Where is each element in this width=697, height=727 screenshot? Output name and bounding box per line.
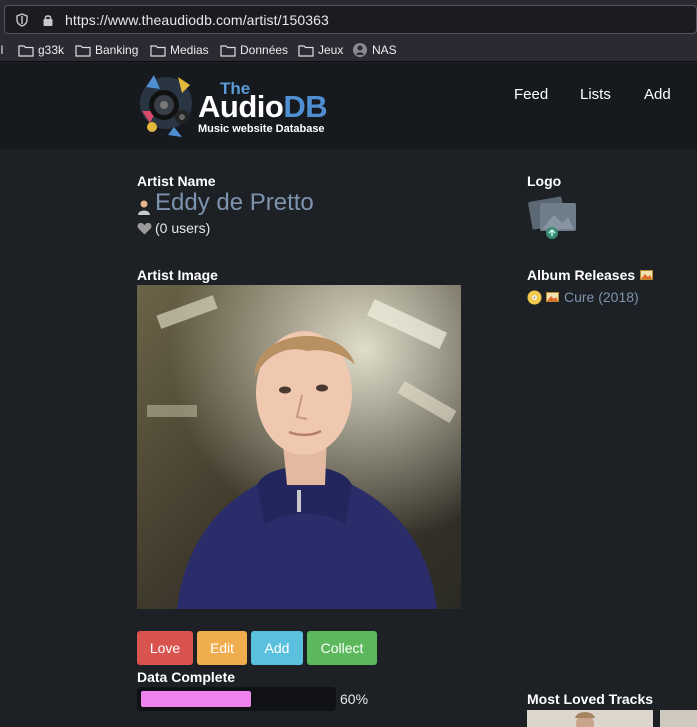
site-header: The AudioDB Music website Database Feed …	[0, 63, 697, 149]
artist-name-label: Artist Name	[137, 173, 216, 189]
album-title[interactable]: Cure (2018)	[564, 289, 639, 305]
artist-image-label: Artist Image	[137, 267, 218, 283]
nav-add[interactable]: Add	[644, 86, 671, 103]
artist-favorites[interactable]: (0 users)	[137, 220, 210, 236]
nav-feed[interactable]: Feed	[514, 86, 548, 103]
edit-button[interactable]: Edit	[197, 631, 247, 665]
logo-placeholder-icon[interactable]	[528, 193, 578, 241]
collect-button[interactable]: Collect	[307, 631, 377, 665]
image-icon	[546, 292, 559, 302]
progress-fill	[141, 691, 251, 707]
bookmark-folder[interactable]: Banking	[75, 42, 138, 58]
artist-name: Eddy de Pretto	[155, 189, 314, 216]
browser-toolbar: https://www.theaudiodb.com/artist/150363	[0, 0, 697, 38]
logo-tagline: Music website Database	[198, 123, 325, 135]
heart-icon[interactable]	[137, 222, 152, 235]
bookmark-folder[interactable]: Jeux	[298, 42, 343, 58]
lock-icon[interactable]	[41, 13, 55, 27]
speaker-logo-icon	[140, 75, 192, 137]
bookmark-folder[interactable]: Medias	[150, 42, 209, 58]
most-loved-tracks-label: Most Loved Tracks	[527, 691, 654, 707]
bookmark-folder[interactable]: g33k	[18, 42, 64, 58]
data-complete-progress	[137, 687, 336, 711]
track-thumbnail-image	[527, 710, 653, 727]
url-bar[interactable]: https://www.theaudiodb.com/artist/150363	[4, 5, 697, 34]
url-text[interactable]: https://www.theaudiodb.com/artist/150363	[65, 12, 329, 28]
logo-wordmark: AudioDB	[198, 89, 328, 124]
bookmark-folder[interactable]: il	[0, 42, 3, 58]
album-releases-label: Album Releases	[527, 267, 654, 283]
cd-icon	[527, 290, 542, 304]
bookmark-nas[interactable]: NAS	[352, 42, 397, 58]
bookmarks-bar: il g33k Banking Medias Données Jeux NAS	[0, 38, 697, 62]
folder-icon	[298, 44, 314, 57]
logo-label: Logo	[527, 173, 562, 189]
album-item[interactable]: Cure (2018)	[527, 289, 639, 305]
user-avatar-icon	[138, 200, 150, 215]
users-count: (0 users)	[155, 220, 211, 236]
folder-icon	[75, 44, 91, 57]
folder-icon	[150, 44, 166, 57]
data-complete-percent: 60%	[340, 691, 369, 707]
shield-icon[interactable]	[15, 13, 29, 27]
image-icon	[640, 270, 654, 280]
track-thumbnail[interactable]	[527, 710, 653, 727]
artist-photo[interactable]	[137, 285, 461, 609]
track-thumbnail[interactable]	[660, 710, 697, 727]
folder-icon	[220, 44, 236, 57]
artist-portrait-image	[137, 285, 461, 609]
nav-lists[interactable]: Lists	[580, 86, 611, 103]
nas-icon	[353, 43, 367, 57]
folder-icon	[18, 44, 34, 57]
site-logo[interactable]: The AudioDB Music website Database	[138, 67, 348, 145]
bookmark-folder[interactable]: Données	[220, 42, 288, 58]
data-complete-label: Data Complete	[137, 669, 236, 685]
love-button[interactable]: Love	[137, 631, 193, 665]
add-button[interactable]: Add	[251, 631, 303, 665]
